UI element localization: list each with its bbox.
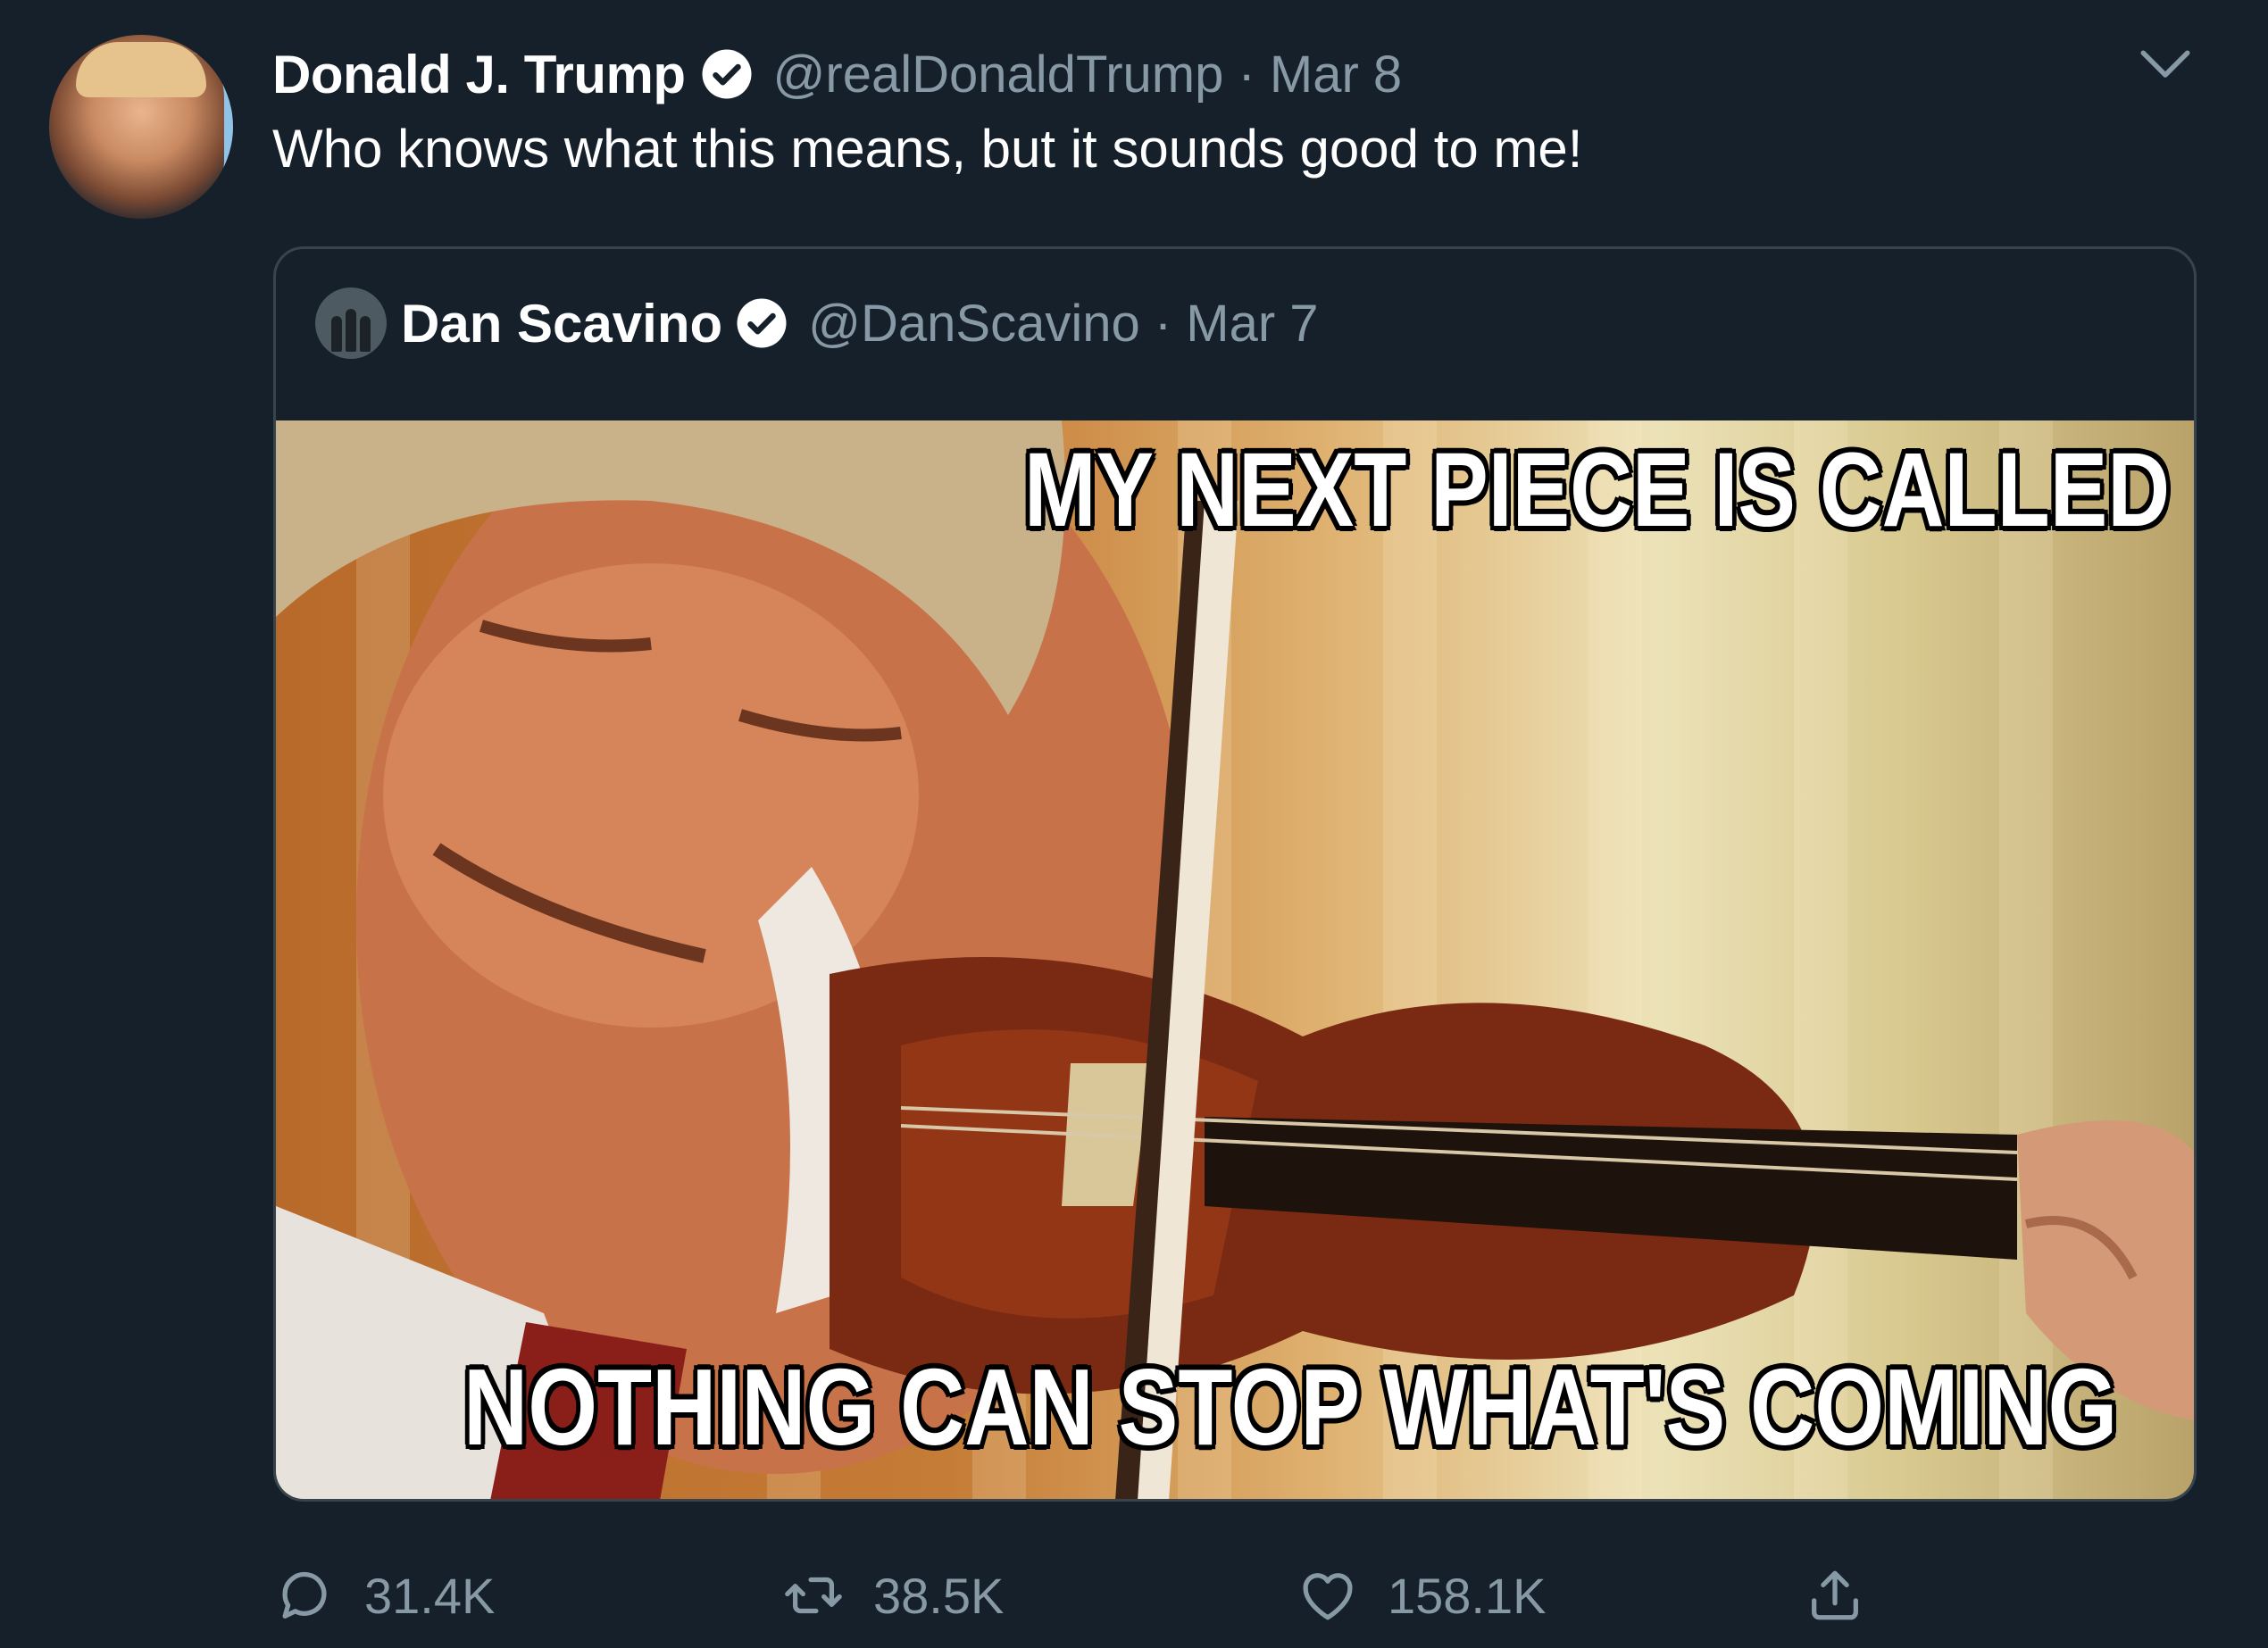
tweet-header: Donald J. Trump @realDonaldTrump · Mar 8	[272, 36, 1402, 112]
verified-badge-icon	[737, 298, 787, 348]
quoted-author-name[interactable]: Dan Scavino	[401, 293, 722, 354]
retweet-icon	[785, 1577, 842, 1614]
author-name[interactable]: Donald J. Trump	[272, 44, 686, 105]
author-handle-date[interactable]: @realDonaldTrump · Mar 8	[773, 45, 1403, 104]
retweet-button[interactable]: 38.5K	[782, 1555, 1004, 1636]
meme-bottom-caption: NOTHING CAN STOP WHAT'S COMING	[463, 1346, 2118, 1468]
reply-count: 31.4K	[364, 1567, 496, 1624]
avatar-ring	[188, 53, 233, 204]
author-avatar[interactable]	[49, 35, 233, 219]
share-icon	[1812, 1570, 1858, 1620]
meme-image[interactable]: MY NEXT PIECE IS CALLED NOTHING CAN STOP…	[276, 420, 2194, 1499]
quoted-header: Dan Scavino @DanScavino · Mar 7	[315, 285, 1319, 362]
like-button[interactable]: 158.1K	[1297, 1555, 1547, 1636]
heart-icon	[1303, 1573, 1353, 1620]
quoted-handle-date[interactable]: @DanScavino · Mar 7	[808, 294, 1318, 354]
quoted-author-avatar[interactable]	[315, 287, 387, 359]
tweet-card[interactable]: Donald J. Trump @realDonaldTrump · Mar 8…	[0, 0, 2268, 1648]
avatar-hair	[76, 42, 206, 97]
chevron-down-icon[interactable]	[2136, 43, 2195, 87]
share-button[interactable]	[1804, 1555, 1866, 1636]
quoted-tweet[interactable]: Dan Scavino @DanScavino · Mar 7 MY NEXT …	[273, 246, 2197, 1502]
like-count: 158.1K	[1388, 1567, 1547, 1624]
meme-illustration	[276, 420, 2194, 1499]
reply-button[interactable]: 31.4K	[273, 1555, 495, 1636]
verified-badge-icon	[702, 49, 752, 99]
reply-icon	[282, 1571, 327, 1619]
action-bar: 31.4K 38.5K 158.1K	[0, 1555, 2268, 1636]
tweet-text: Who knows what this means, but it sounds…	[272, 119, 1583, 179]
retweet-count: 38.5K	[873, 1567, 1005, 1624]
meme-top-caption: MY NEXT PIECE IS CALLED	[1024, 431, 2171, 549]
